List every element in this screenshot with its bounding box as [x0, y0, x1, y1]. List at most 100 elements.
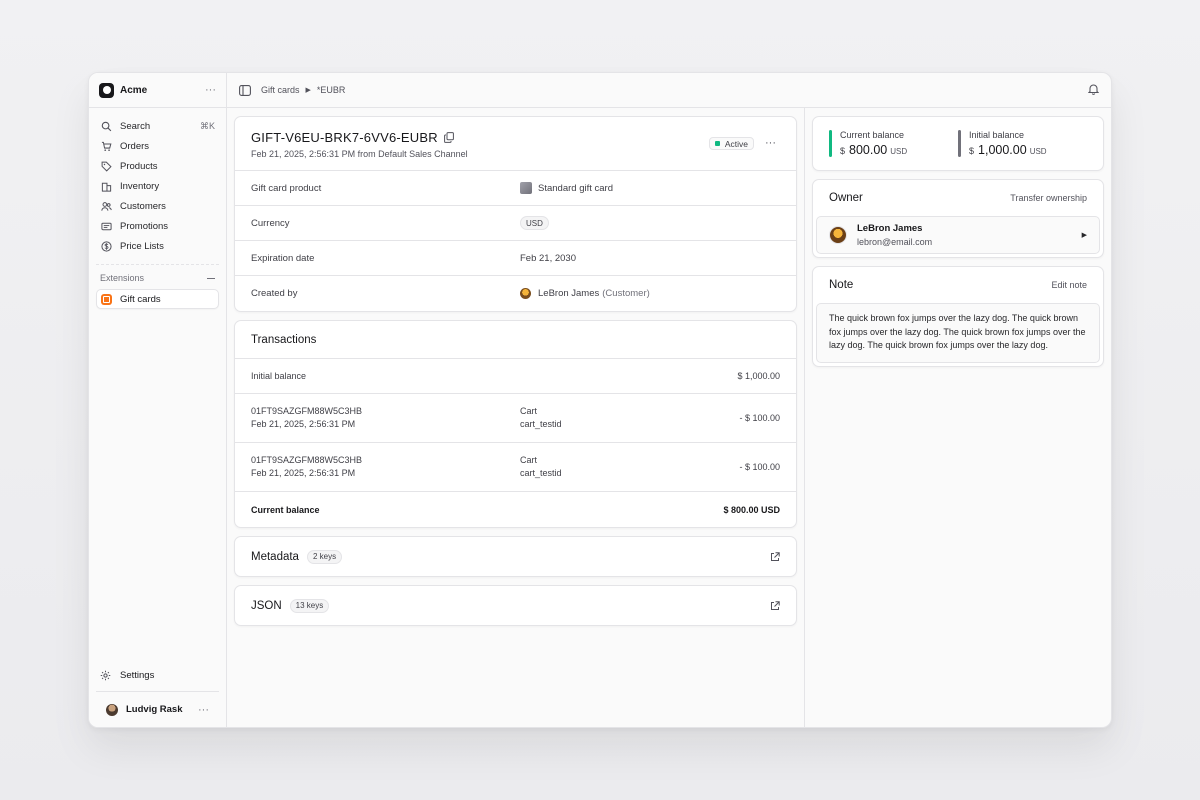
avatar	[106, 703, 118, 716]
transaction-amount: - $ 100.00	[739, 462, 780, 472]
status-badge: Active	[708, 137, 754, 150]
creator-name[interactable]: LeBron James	[538, 288, 599, 299]
sidebar-item-label: Customers	[120, 200, 166, 212]
owner-card: Owner Transfer ownership LeBron James le…	[812, 179, 1104, 258]
note-text: The quick brown fox jumps over the lazy …	[816, 303, 1100, 363]
tag-icon	[100, 160, 112, 172]
sidebar-item-label: Promotions	[120, 220, 169, 232]
transaction-id: 01FT9SAZGFM88W5C3HB	[251, 455, 363, 465]
edit-note-button[interactable]: Edit note	[1051, 280, 1087, 290]
sidebar-item-gift-cards[interactable]: Gift cards	[96, 289, 219, 309]
json-card[interactable]: JSON 13 keys	[234, 585, 797, 626]
bell-icon[interactable]	[1087, 83, 1100, 97]
receipt-icon	[100, 220, 112, 232]
search-shortcut: ⌘K	[199, 120, 215, 131]
sidebar-item-label: Products	[120, 160, 158, 172]
metadata-card[interactable]: Metadata 2 keys	[234, 536, 797, 577]
store-switcher[interactable]: Acme ···	[89, 73, 226, 108]
owner-name: LeBron James	[857, 223, 923, 234]
sidebar-item-search[interactable]: Search ⌘K	[96, 116, 219, 136]
table-row-total: Current balance $ 800.00 USD	[235, 492, 796, 527]
status-dot	[714, 141, 720, 146]
product-thumbnail	[520, 182, 532, 194]
page-title: GIFT-V6EU-BRK7-6VV6-EUBR	[251, 130, 438, 145]
sidebar-item-label: Settings	[120, 669, 155, 681]
initial-balance-label: Initial balance	[969, 130, 1025, 140]
gift-card-details: GIFT-V6EU-BRK7-6VV6-EUBR Feb 21, 2025, 2…	[234, 116, 797, 312]
transaction-date: Feb 21, 2025, 2:56:31 PM	[251, 468, 356, 478]
initial-balance-amount: $ 1,000.00	[737, 371, 780, 381]
json-title: JSON	[251, 599, 282, 612]
breadcrumb-parent[interactable]: Gift cards	[261, 85, 300, 95]
current-balance-indicator	[829, 130, 832, 157]
avatar	[520, 288, 531, 299]
side-column: Current balance $800.00 USD Initial balan…	[805, 108, 1111, 727]
store-logo-icon	[99, 82, 114, 98]
creator-role: (Customer)	[602, 288, 650, 299]
expiration-value: Feb 21, 2030	[520, 252, 576, 264]
sidebar-item-label: Search	[120, 120, 151, 132]
transaction-amount: - $ 100.00	[739, 413, 780, 423]
sidebar-item-price-lists[interactable]: Price Lists	[96, 236, 219, 256]
transactions-card: Transactions Initial balance $ 1,000.00 …	[234, 320, 797, 528]
currency-icon	[100, 240, 112, 252]
detail-row-expiration: Expiration date Feb 21, 2030	[235, 241, 796, 276]
external-link-icon[interactable]	[770, 551, 780, 562]
store-menu-icon[interactable]: ···	[205, 84, 216, 96]
transaction-ref: cart_testid	[520, 468, 562, 478]
sidebar-item-inventory[interactable]: Inventory	[96, 176, 219, 196]
sidebar-item-label: Inventory	[120, 180, 160, 192]
gift-card-header: GIFT-V6EU-BRK7-6VV6-EUBR Feb 21, 2025, 2…	[235, 117, 796, 171]
table-row: Initial balance $ 1,000.00	[235, 359, 796, 394]
extensions-header[interactable]: Extensions	[89, 265, 226, 287]
avatar	[829, 226, 847, 244]
breadcrumb-current: *EUBR	[316, 85, 346, 95]
building-icon	[100, 180, 112, 192]
transactions-title: Transactions	[235, 321, 796, 359]
chevron-right-icon: ▶	[305, 87, 311, 94]
product-link[interactable]: Standard gift card	[538, 183, 613, 194]
current-balance-label: Current balance	[251, 504, 320, 515]
main-area: Gift cards ▶ *EUBR GIFT-V6EU-BRK7-6VV6-E…	[227, 73, 1111, 727]
detail-label: Currency	[251, 217, 290, 229]
currency-code: USD	[1029, 147, 1047, 156]
transaction-date: Feb 21, 2025, 2:56:31 PM	[251, 419, 356, 429]
search-icon	[100, 120, 112, 132]
note-card: Note Edit note The quick brown fox jumps…	[812, 266, 1104, 367]
owner-row[interactable]: LeBron James lebron@email.com ▶	[816, 216, 1100, 254]
sidebar-toggle-icon[interactable]	[239, 84, 251, 96]
sidebar-footer: Settings Ludvig Rask ···	[89, 665, 226, 727]
collapse-icon[interactable]	[207, 277, 215, 279]
users-icon	[100, 200, 112, 212]
sidebar-item-orders[interactable]: Orders	[96, 136, 219, 156]
sidebar-item-products[interactable]: Products	[96, 156, 219, 176]
table-row: 01FT9SAZGFM88W5C3HB Feb 21, 2025, 2:56:31…	[235, 394, 796, 443]
sidebar-item-customers[interactable]: Customers	[96, 196, 219, 216]
user-menu-icon[interactable]: ···	[198, 704, 209, 716]
current-balance-amount: $ 800.00 USD	[723, 504, 780, 515]
detail-row-created-by: Created by LeBron James (Customer)	[235, 276, 796, 311]
transaction-type: Cart	[520, 455, 538, 465]
chevron-right-icon: ▶	[1081, 232, 1087, 239]
owner-title: Owner	[829, 192, 863, 204]
json-keys-badge: 13 keys	[289, 598, 330, 613]
current-balance: Current balance $800.00 USD	[829, 130, 958, 157]
initial-balance: Initial balance $1,000.00 USD	[958, 130, 1087, 157]
currency-symbol: $	[969, 146, 975, 156]
balances-card: Current balance $800.00 USD Initial balan…	[812, 116, 1104, 171]
app-window: Acme ··· Search ⌘K Orders Products Inven…	[88, 72, 1112, 728]
transfer-ownership-button[interactable]: Transfer ownership	[1010, 193, 1087, 203]
gear-icon	[100, 670, 112, 681]
sidebar-item-promotions[interactable]: Promotions	[96, 216, 219, 236]
more-actions-icon[interactable]: ···	[765, 137, 776, 149]
table-row: 01FT9SAZGFM88W5C3HB Feb 21, 2025, 2:56:31…	[235, 443, 796, 492]
external-link-icon[interactable]	[770, 600, 780, 611]
status-label: Active	[724, 138, 748, 149]
transaction-type: Cart	[520, 406, 538, 416]
detail-label: Expiration date	[251, 252, 315, 264]
sidebar-item-settings[interactable]: Settings	[89, 665, 226, 685]
user-menu[interactable]: Ludvig Rask ···	[96, 691, 219, 727]
cart-icon	[100, 140, 112, 152]
copy-icon[interactable]	[443, 132, 454, 143]
extensions-label: Extensions	[100, 273, 145, 283]
